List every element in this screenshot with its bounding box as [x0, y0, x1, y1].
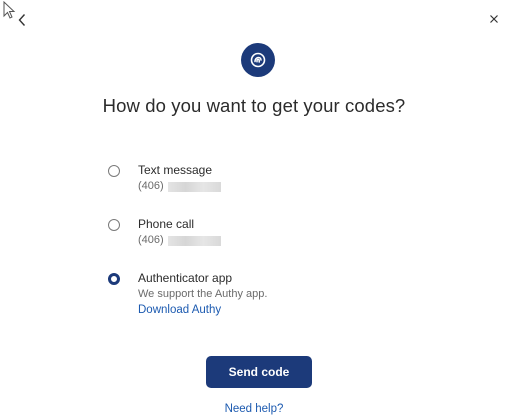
option-phone-call[interactable]: Phone call (406) [108, 217, 221, 248]
redacted-phone-number [167, 181, 221, 192]
page-title: How do you want to get your codes? [102, 95, 406, 116]
option-text-message[interactable]: Text message (406) [108, 163, 221, 194]
close-button[interactable] [486, 10, 502, 28]
option-label: Authenticator app [138, 271, 233, 285]
send-code-button[interactable]: Send code [206, 356, 312, 388]
authy-logo [241, 43, 275, 77]
option-label: Text message [138, 163, 213, 177]
close-icon [490, 15, 498, 23]
option-label: Phone call [138, 217, 195, 231]
option-phone: (406) [138, 233, 221, 248]
redacted-phone-number [167, 235, 221, 246]
download-authy-link[interactable]: Download Authy [138, 303, 267, 318]
option-authenticator-app[interactable]: Authenticator app We support the Authy a… [108, 271, 267, 318]
phone-area-code: (406) [138, 180, 164, 192]
text-message-radio[interactable] [108, 165, 120, 177]
authy-logo-icon [250, 52, 266, 68]
verification-method-dialog: How do you want to get your codes? Text … [0, 0, 508, 419]
need-help-link[interactable]: Need help? [0, 403, 508, 415]
option-text: Phone call (406) [138, 217, 221, 248]
option-description: We support the Authy app. [138, 288, 268, 300]
option-text: Text message (406) [138, 163, 221, 194]
option-text: Authenticator app We support the Authy a… [138, 271, 267, 318]
phone-call-radio[interactable] [108, 219, 120, 231]
chevron-left-icon [18, 14, 26, 26]
authenticator-app-radio[interactable] [108, 273, 120, 285]
phone-area-code: (406) [138, 234, 164, 246]
option-phone: (406) [138, 179, 221, 194]
back-button[interactable] [14, 10, 30, 30]
